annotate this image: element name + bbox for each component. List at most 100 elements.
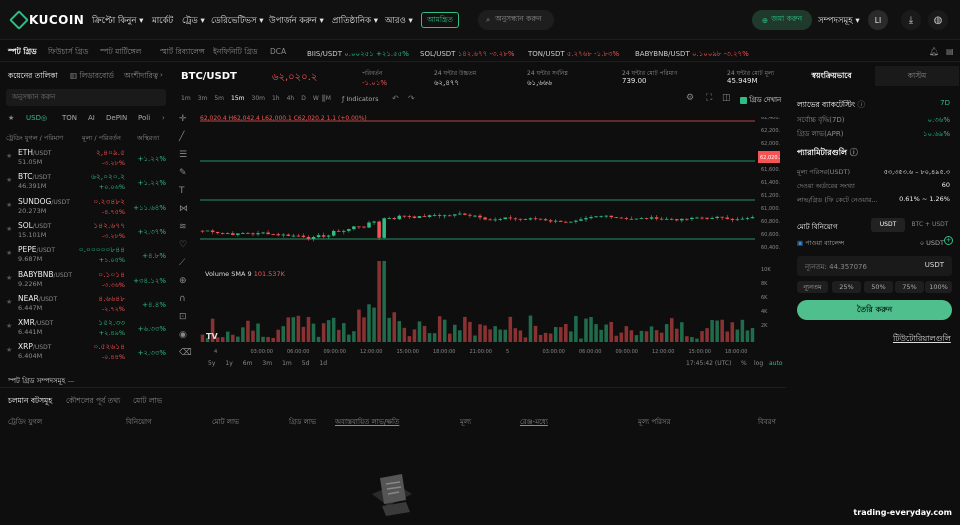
pair-row[interactable]: ★ BABYBNB/USDT 9.226M ০.১০১৪ -৩.৩৬% +৩৪.১২% (0, 270, 170, 294)
star-icon[interactable]: ★ (6, 225, 12, 233)
ticker-item[interactable]: TON/USDT ৫.২৭৬৮ -১.৮৩% (528, 48, 619, 60)
range-6m[interactable]: 6m (243, 360, 253, 367)
star-icon[interactable]: ★ (6, 322, 12, 330)
magnet-icon[interactable]: ∩ (179, 294, 186, 304)
create-bot-button[interactable]: তৈরি করুন (797, 300, 952, 320)
sound-icon[interactable]: 🔔︎ (929, 47, 939, 56)
interval-1m[interactable]: 1m (181, 95, 191, 105)
tab-coin-list[interactable]: কয়েনের তালিকা (8, 71, 58, 83)
range-1y[interactable]: 1y (225, 360, 232, 367)
zoom-icon[interactable]: ⊕ (179, 276, 187, 286)
col-volatility-header[interactable]: অস্থিরতা (137, 133, 159, 144)
fib-icon[interactable]: ≋ (179, 222, 187, 232)
star-icon[interactable]: ★ (6, 298, 12, 306)
col-in-range[interactable]: রেঞ্জ-মধ্যে (520, 416, 548, 428)
range-1d[interactable]: 1d (319, 360, 327, 367)
filter-depin[interactable]: DePIN (106, 114, 127, 122)
pair-row[interactable]: ★ XMR/USDT 6.441M ১৫২.৩৩ +২.৪৯% +৬.৩৩% (0, 318, 170, 342)
globe-icon[interactable]: ◍ (928, 10, 948, 30)
ticker-item[interactable]: BABYBNB/USDT ০.১০০৯৮ -৩.২৭% (635, 48, 749, 60)
assets-menu[interactable]: সম্পদসমূহ ▾ (818, 14, 860, 28)
fullscreen-icon[interactable]: ⛶ (706, 93, 712, 103)
ruler-icon[interactable]: ⟋ (179, 258, 185, 268)
filter-poli[interactable]: Poli (138, 114, 150, 122)
show-grid-toggle[interactable]: গ্রিড দেখান (740, 94, 781, 106)
invest-btc-usdt-tab[interactable]: BTC + USDT (906, 218, 954, 232)
candlestick-chart[interactable]: 62,400.062,200.062,000.061,800.061,600.0… (200, 117, 780, 367)
pct-min-button[interactable]: ন্যূনতম (797, 281, 828, 293)
tradingview-logo[interactable]: TV (206, 332, 218, 341)
pair-row[interactable]: ★ BTC/USDT 46.391M ৬২,০২০.২ +০.০৬% +১.২২% (0, 172, 170, 196)
spot-grid-assets-link[interactable]: স্পট গ্রিড সম্পদসমূহ — (8, 375, 75, 387)
pattern-icon[interactable]: ⋈ (179, 204, 188, 214)
tab-total-profit[interactable]: মোট লাভ (133, 396, 162, 408)
star-icon[interactable]: ★ (6, 152, 12, 160)
invite-badge[interactable]: আমন্ত্রিত (421, 12, 459, 28)
undo-icon[interactable]: ↶ (392, 94, 399, 103)
heart-icon[interactable]: ♡ (179, 240, 187, 250)
nav-derivatives[interactable]: ডেরিভেটিভস ▾ (211, 14, 264, 28)
pct-75-button[interactable]: 75% (895, 281, 924, 293)
tab-strategy-history[interactable]: কৌশলের পূর্ব তথ্য (66, 396, 120, 408)
layout-icon[interactable]: ▤ (946, 47, 954, 56)
tab-running-bots[interactable]: চলমান বটসমূহ (8, 396, 52, 408)
star-icon[interactable]: ★ (6, 249, 12, 257)
investment-amount-input[interactable]: ন্যূনতম: 44.357076 USDT (797, 256, 952, 276)
pair-row[interactable]: ★ NEAR/USDT 6.447M ৪.৬৬৪৮ -২.৭২% +৪.৪% (0, 294, 170, 318)
star-icon[interactable]: ★ (6, 274, 12, 282)
lock-icon[interactable]: ⊡ (179, 312, 187, 322)
pair-row[interactable]: ★ SUNDOG/USDT 20.273M ০.২৩৪৮২ -৪.৭৫% +১১.৬৪% (0, 197, 170, 221)
favorites-star-icon[interactable]: ★ (8, 114, 14, 122)
avatar[interactable]: LI (868, 10, 888, 30)
trend-line-icon[interactable]: ╱ (179, 132, 184, 142)
brush-icon[interactable]: ✎ (179, 168, 187, 178)
pair-row[interactable]: ★ SOL/USDT 15.101M ১৪২.৬৭৭ -৩.২৮% +২.৩৭% (0, 221, 170, 245)
trash-icon[interactable]: ⌫ (179, 348, 192, 358)
tab-spot-grid[interactable]: স্পট গ্রিড (8, 47, 37, 59)
redo-icon[interactable]: ↷ (408, 94, 415, 103)
col-unrealized-pnl[interactable]: অবাস্তবায়িত লাভ/ক্ষতি (335, 416, 399, 428)
backtest-period[interactable]: 7D (940, 99, 950, 107)
pair-row[interactable]: ★ XRP/USDT 6.404M ০.৫২৬১৪ -০.৪৪% +২.৩৩% (0, 342, 170, 366)
interval-5m[interactable]: 5m (214, 95, 224, 105)
nav-earn[interactable]: উপার্জন করুন ▾ (269, 14, 324, 28)
tab-leaderboard[interactable]: ▥ লিডারবোর্ড (70, 71, 114, 83)
settings-gear-icon[interactable]: ⚙ (686, 93, 694, 103)
nav-more[interactable]: আরও ▾ (385, 14, 413, 28)
interval-15m[interactable]: 15m (231, 95, 244, 105)
interval-M[interactable]: M (326, 95, 331, 105)
kucoin-logo[interactable]: KUCOIN (9, 10, 84, 30)
search-input[interactable]: ⌕ অনুসন্ধান করুন (478, 10, 554, 30)
eye-icon[interactable]: ◉ (179, 330, 187, 340)
col-pair-header[interactable]: ট্রেডিং যুগল / পরিমাণ (6, 133, 63, 144)
tab-spot-martingale[interactable]: স্পট মার্টিঙ্গেল (100, 47, 141, 59)
interval-D[interactable]: D (301, 95, 306, 105)
tab-partnership[interactable]: অংশীদারিত্ব (124, 71, 158, 83)
ticker-item[interactable]: SOL/USDT ১৪২.৬৭৭ -৩.২৮% (420, 48, 515, 60)
deposit-button[interactable]: ⊕ জমা করুন (752, 10, 812, 30)
tab-smart-rebalance[interactable]: স্মার্ট রিব্যালেন্স (160, 47, 205, 59)
camera-icon[interactable]: ◫ (722, 93, 731, 103)
nav-institutional[interactable]: প্রাতিষ্ঠানিক ▾ (332, 14, 378, 28)
scale-auto[interactable]: auto (769, 360, 783, 367)
pct-100-button[interactable]: 100% (925, 281, 952, 293)
interval-4h[interactable]: 4h (287, 95, 295, 105)
download-icon[interactable]: ⤓ (901, 10, 921, 30)
chevron-right-icon[interactable]: › (160, 71, 163, 79)
pair-row[interactable]: ★ ETH/USDT 51.05M ২,৪০৯.৫ -৩.২৮% +১.২২% (0, 148, 170, 172)
interval-30m[interactable]: 30m (252, 95, 265, 105)
pair-row[interactable]: ★ PEPE/USDT 9.687M ০.০০০০০৮৪৪ +১.০৫% +৪.৮% (0, 245, 170, 269)
coin-search-input[interactable]: অনুসন্ধান করুন (6, 89, 166, 106)
chevron-right-icon[interactable]: › (162, 114, 165, 122)
crosshair-icon[interactable]: ✛ (179, 114, 187, 124)
tab-infinity-grid[interactable]: ইনফিনিটি গ্রিড (213, 47, 258, 59)
tab-auto[interactable]: স্বয়ংক্রিয়ভাবে (790, 66, 873, 86)
filter-ton[interactable]: TON (62, 114, 77, 122)
scale-log[interactable]: log (754, 360, 763, 367)
tab-custom[interactable]: কাস্টম (875, 66, 959, 86)
filter-ai[interactable]: AI (88, 114, 95, 122)
pct-50-button[interactable]: 50% (864, 281, 893, 293)
range-5y[interactable]: 5y (208, 360, 215, 367)
scale-percent[interactable]: % (741, 360, 747, 367)
candle-type-icon[interactable]: ⫼ (322, 94, 326, 104)
